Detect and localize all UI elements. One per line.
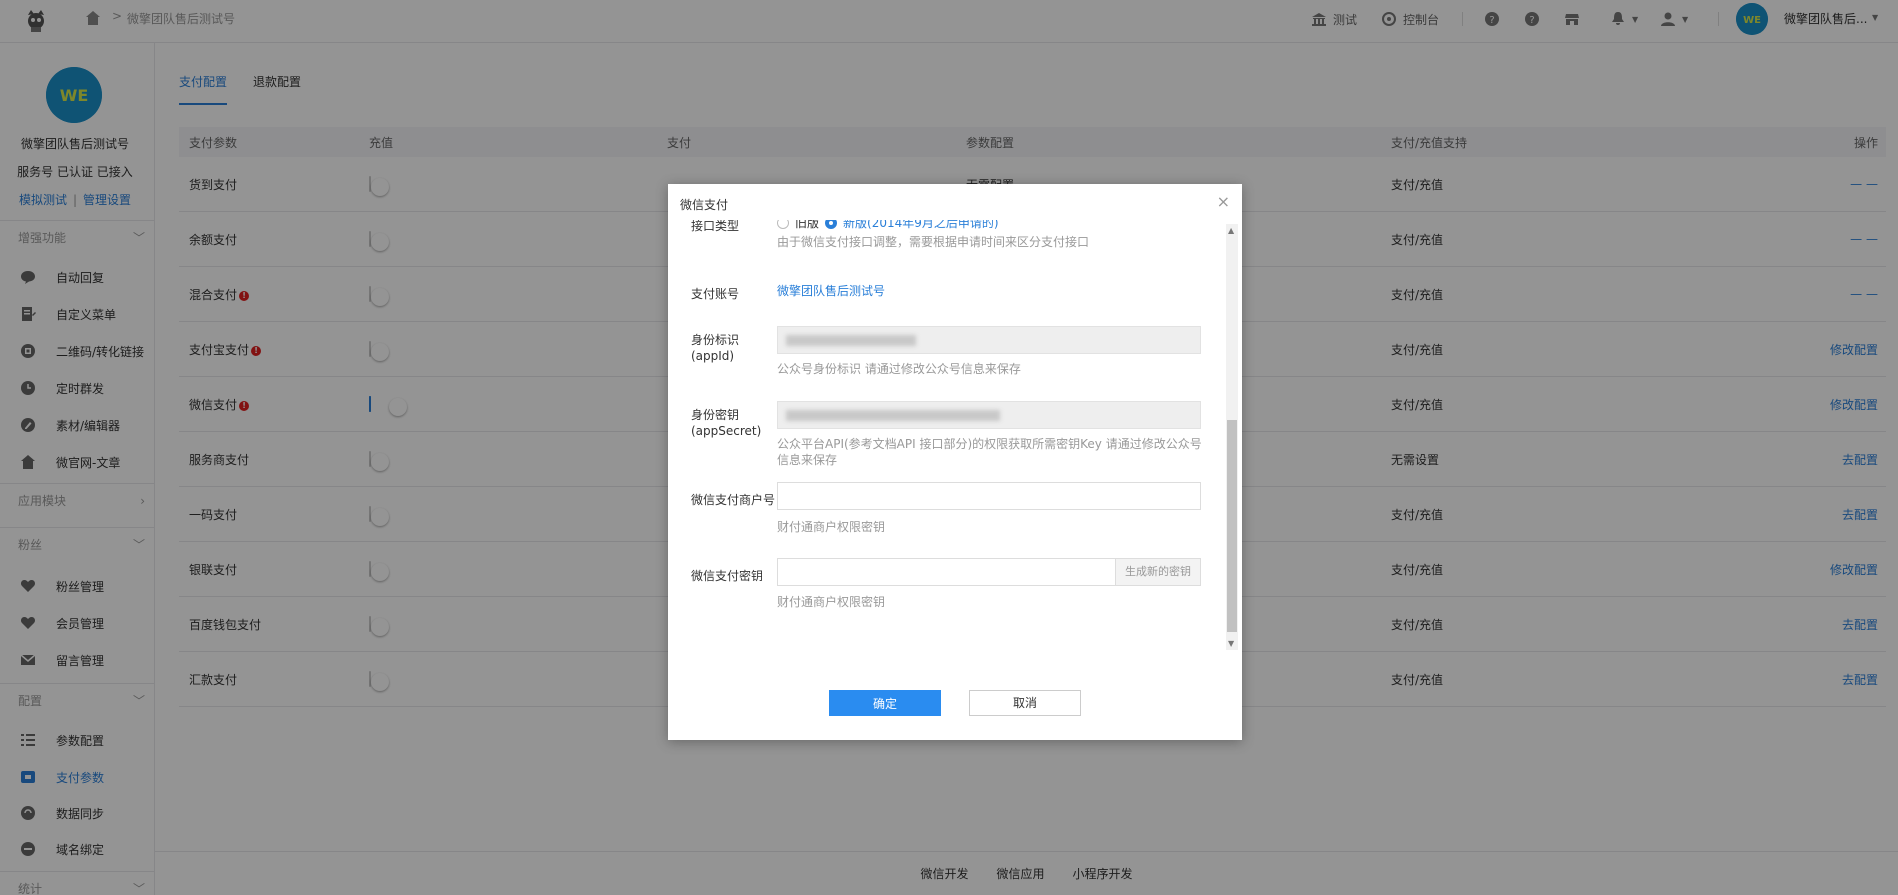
apikey-label: 微信支付密钥 [691, 569, 764, 583]
redacted-value [786, 410, 1000, 421]
modal-title: 微信支付 [680, 198, 729, 212]
appsecret-input [777, 401, 1201, 429]
interface-type-hint: 由于微信支付接口调整，需要根据申请时间来区分支付接口 [777, 235, 1090, 249]
mchid-hint: 财付通商户权限密钥 [777, 520, 886, 534]
generate-key-button[interactable]: 生成新的密钥 [1115, 559, 1200, 585]
radio-old[interactable] [777, 220, 789, 229]
scroll-down-icon[interactable]: ▼ [1228, 639, 1234, 648]
scroll-thumb[interactable] [1227, 420, 1237, 632]
appsecret-label: 身份密钥 (appSecret) [691, 408, 762, 438]
appsecret-hint: 公众平台API(参考文档API 接口部分)的权限获取所需密钥Key 请通过修改公… [777, 437, 1202, 467]
redacted-value [786, 335, 916, 346]
appid-input [777, 326, 1201, 354]
pay-account-label: 支付账号 [691, 287, 740, 301]
scroll-up-icon[interactable]: ▲ [1228, 226, 1234, 235]
modal-scrollbar[interactable]: ▲ ▼ [1226, 224, 1238, 650]
cancel-button[interactable]: 取消 [969, 690, 1081, 716]
radio-new-label[interactable]: 新版(2014年9月之后申请的) [843, 220, 999, 231]
radio-new[interactable] [825, 220, 838, 229]
wechat-pay-modal: 微信支付 × 接口类型 旧版 新版(2014年9月之后申请的) 由于微信支付接口… [668, 184, 1242, 740]
mchid-label: 微信支付商户号 [691, 493, 776, 507]
mchid-input[interactable] [777, 482, 1201, 510]
modal-body: 接口类型 旧版 新版(2014年9月之后申请的) 由于微信支付接口调整，需要根据… [668, 220, 1226, 650]
radio-old-label[interactable]: 旧版 [795, 220, 819, 231]
apikey-input[interactable]: 生成新的密钥 [777, 558, 1201, 586]
interface-type-label: 接口类型 [691, 220, 740, 233]
appid-hint: 公众号身份标识 请通过修改公众号信息来保存 [777, 362, 1021, 376]
confirm-button[interactable]: 确定 [829, 690, 941, 716]
apikey-hint: 财付通商户权限密钥 [777, 595, 886, 609]
close-icon[interactable]: × [1217, 192, 1230, 211]
appid-label: 身份标识 (appId) [691, 333, 740, 363]
interface-type-radios: 旧版 新版(2014年9月之后申请的) [777, 220, 999, 231]
pay-account-value[interactable]: 微擎团队售后测试号 [777, 282, 885, 299]
